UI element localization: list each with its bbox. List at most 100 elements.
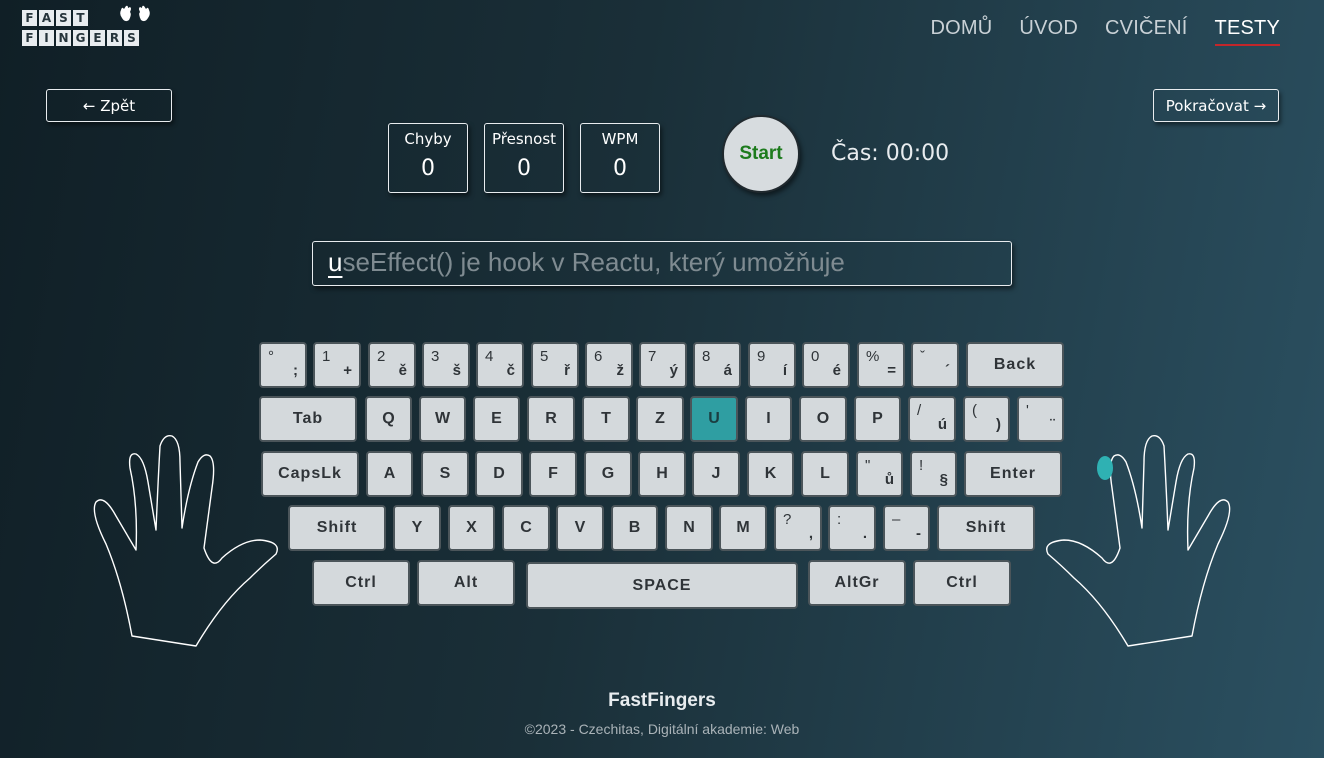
key-percent[interactable]: % = <box>857 342 905 388</box>
footer-copyright: ©2023 - Czechitas, Digitální akademie: W… <box>524 721 800 737</box>
key-top-char: 2 <box>377 348 386 365</box>
key-n[interactable]: N <box>665 505 713 551</box>
next-button[interactable]: Pokračovat → <box>1153 89 1279 122</box>
key-top-char: 6 <box>594 348 603 365</box>
key-6[interactable]: 6ž <box>585 342 633 388</box>
key-altgr[interactable]: AltGr <box>808 560 906 606</box>
key-j[interactable]: J <box>692 451 740 497</box>
key-period[interactable]: :. <box>828 505 876 551</box>
key-g[interactable]: G <box>584 451 632 497</box>
key-k[interactable]: K <box>747 451 794 497</box>
key-y[interactable]: Y <box>393 505 441 551</box>
key-ring[interactable]: °; <box>259 342 307 388</box>
key-7[interactable]: 7ý <box>639 342 687 388</box>
start-button[interactable]: Start <box>722 115 800 193</box>
nav-uvod[interactable]: ÚVOD <box>1019 17 1078 46</box>
key-apostrophe[interactable]: ' ¨ <box>1017 396 1064 442</box>
timer: Čas: 00:00 <box>831 141 950 166</box>
key-shift-left[interactable]: Shift <box>288 505 386 551</box>
key-section[interactable]: ! § <box>910 451 957 497</box>
key-a[interactable]: A <box>366 451 413 497</box>
accuracy-label: Přesnost <box>491 130 557 148</box>
key-top-char: / <box>917 402 922 419</box>
key-ctrl-left[interactable]: Ctrl <box>312 560 410 606</box>
key-0[interactable]: 0é <box>802 342 850 388</box>
key-e[interactable]: E <box>473 396 520 442</box>
logo-letter: F <box>22 30 37 46</box>
key-bottom-char: ú <box>937 416 947 433</box>
footer-title: FastFingers <box>608 690 716 711</box>
key-bottom-char: § <box>939 471 948 488</box>
key-caron[interactable]: ˇ ´ <box>911 342 959 388</box>
key-top-char: 7 <box>648 348 657 365</box>
key-shift-right[interactable]: Shift <box>937 505 1035 551</box>
key-top-char: ° <box>268 348 274 365</box>
key-f[interactable]: F <box>529 451 577 497</box>
active-finger-indicator <box>1097 456 1113 480</box>
back-button[interactable]: ← Zpět <box>46 89 172 122</box>
key-h[interactable]: H <box>638 451 686 497</box>
key-c[interactable]: C <box>502 505 550 551</box>
key-top-char: ' <box>1026 402 1029 419</box>
key-r[interactable]: R <box>527 396 575 442</box>
key-3[interactable]: 3š <box>422 342 470 388</box>
key-i[interactable]: I <box>745 396 792 442</box>
key-5[interactable]: 5ř <box>531 342 579 388</box>
key-o[interactable]: O <box>799 396 847 442</box>
logo-letter: S <box>124 30 139 46</box>
key-8[interactable]: 8á <box>693 342 741 388</box>
key-t[interactable]: T <box>582 396 630 442</box>
key-alt[interactable]: Alt <box>417 560 515 606</box>
logo[interactable]: F A S T F I N G E R S <box>22 5 150 50</box>
wpm-value: 0 <box>613 156 627 181</box>
key-bottom-char: á <box>723 362 732 379</box>
key-p[interactable]: P <box>854 396 901 442</box>
key-space[interactable]: SPACE <box>526 562 798 609</box>
key-backspace[interactable]: Back <box>966 342 1064 388</box>
key-u-acute[interactable]: / ú <box>908 396 956 442</box>
key-bottom-char: č <box>506 362 515 379</box>
key-l[interactable]: L <box>801 451 849 497</box>
key-m[interactable]: M <box>719 505 767 551</box>
key-4[interactable]: 4č <box>476 342 524 388</box>
key-top-char: " <box>865 457 871 474</box>
key-q[interactable]: Q <box>365 396 412 442</box>
key-top-char: 0 <box>811 348 820 365</box>
key-1[interactable]: 1 + <box>313 342 361 388</box>
key-bottom-char: ř <box>564 362 570 379</box>
key-capslock[interactable]: CapsLk <box>261 451 359 497</box>
key-w[interactable]: W <box>419 396 466 442</box>
key-top-char: 5 <box>540 348 549 365</box>
key-top-char: : <box>837 511 842 528</box>
key-s[interactable]: S <box>421 451 469 497</box>
key-comma[interactable]: ?, <box>774 505 822 551</box>
key-u-ring[interactable]: " ů <box>856 451 903 497</box>
nav-testy[interactable]: TESTY <box>1214 17 1280 46</box>
key-ctrl-right[interactable]: Ctrl <box>913 560 1011 606</box>
logo-letter: N <box>56 30 71 46</box>
key-enter[interactable]: Enter <box>964 451 1062 497</box>
key-top-char: ! <box>919 457 924 474</box>
key-9[interactable]: 9í <box>748 342 796 388</box>
nav-domu[interactable]: DOMŮ <box>931 17 993 46</box>
key-u-highlighted[interactable]: U <box>690 396 738 442</box>
key-d[interactable]: D <box>475 451 523 497</box>
typing-text-field[interactable]: useEffect() je hook v Reactu, který umož… <box>312 241 1012 286</box>
logo-letter: A <box>39 10 54 26</box>
key-parenthesis[interactable]: () <box>963 396 1010 442</box>
key-top-char: ? <box>783 511 792 528</box>
logo-letter: I <box>39 30 54 46</box>
key-top-char: ˇ <box>920 348 925 365</box>
key-tab[interactable]: Tab <box>259 396 357 442</box>
errors-value: 0 <box>421 156 435 181</box>
key-b[interactable]: B <box>611 505 658 551</box>
key-2[interactable]: 2ě <box>368 342 416 388</box>
key-x[interactable]: X <box>448 505 495 551</box>
nav-cviceni[interactable]: CVIČENÍ <box>1105 17 1188 46</box>
key-v[interactable]: V <box>556 505 604 551</box>
logo-row-fingers: F I N G E R S <box>22 30 139 46</box>
key-z[interactable]: Z <box>636 396 684 442</box>
key-bottom-char: ; <box>293 362 298 379</box>
key-dash[interactable]: – - <box>883 505 930 551</box>
key-bottom-char: é <box>832 362 841 379</box>
